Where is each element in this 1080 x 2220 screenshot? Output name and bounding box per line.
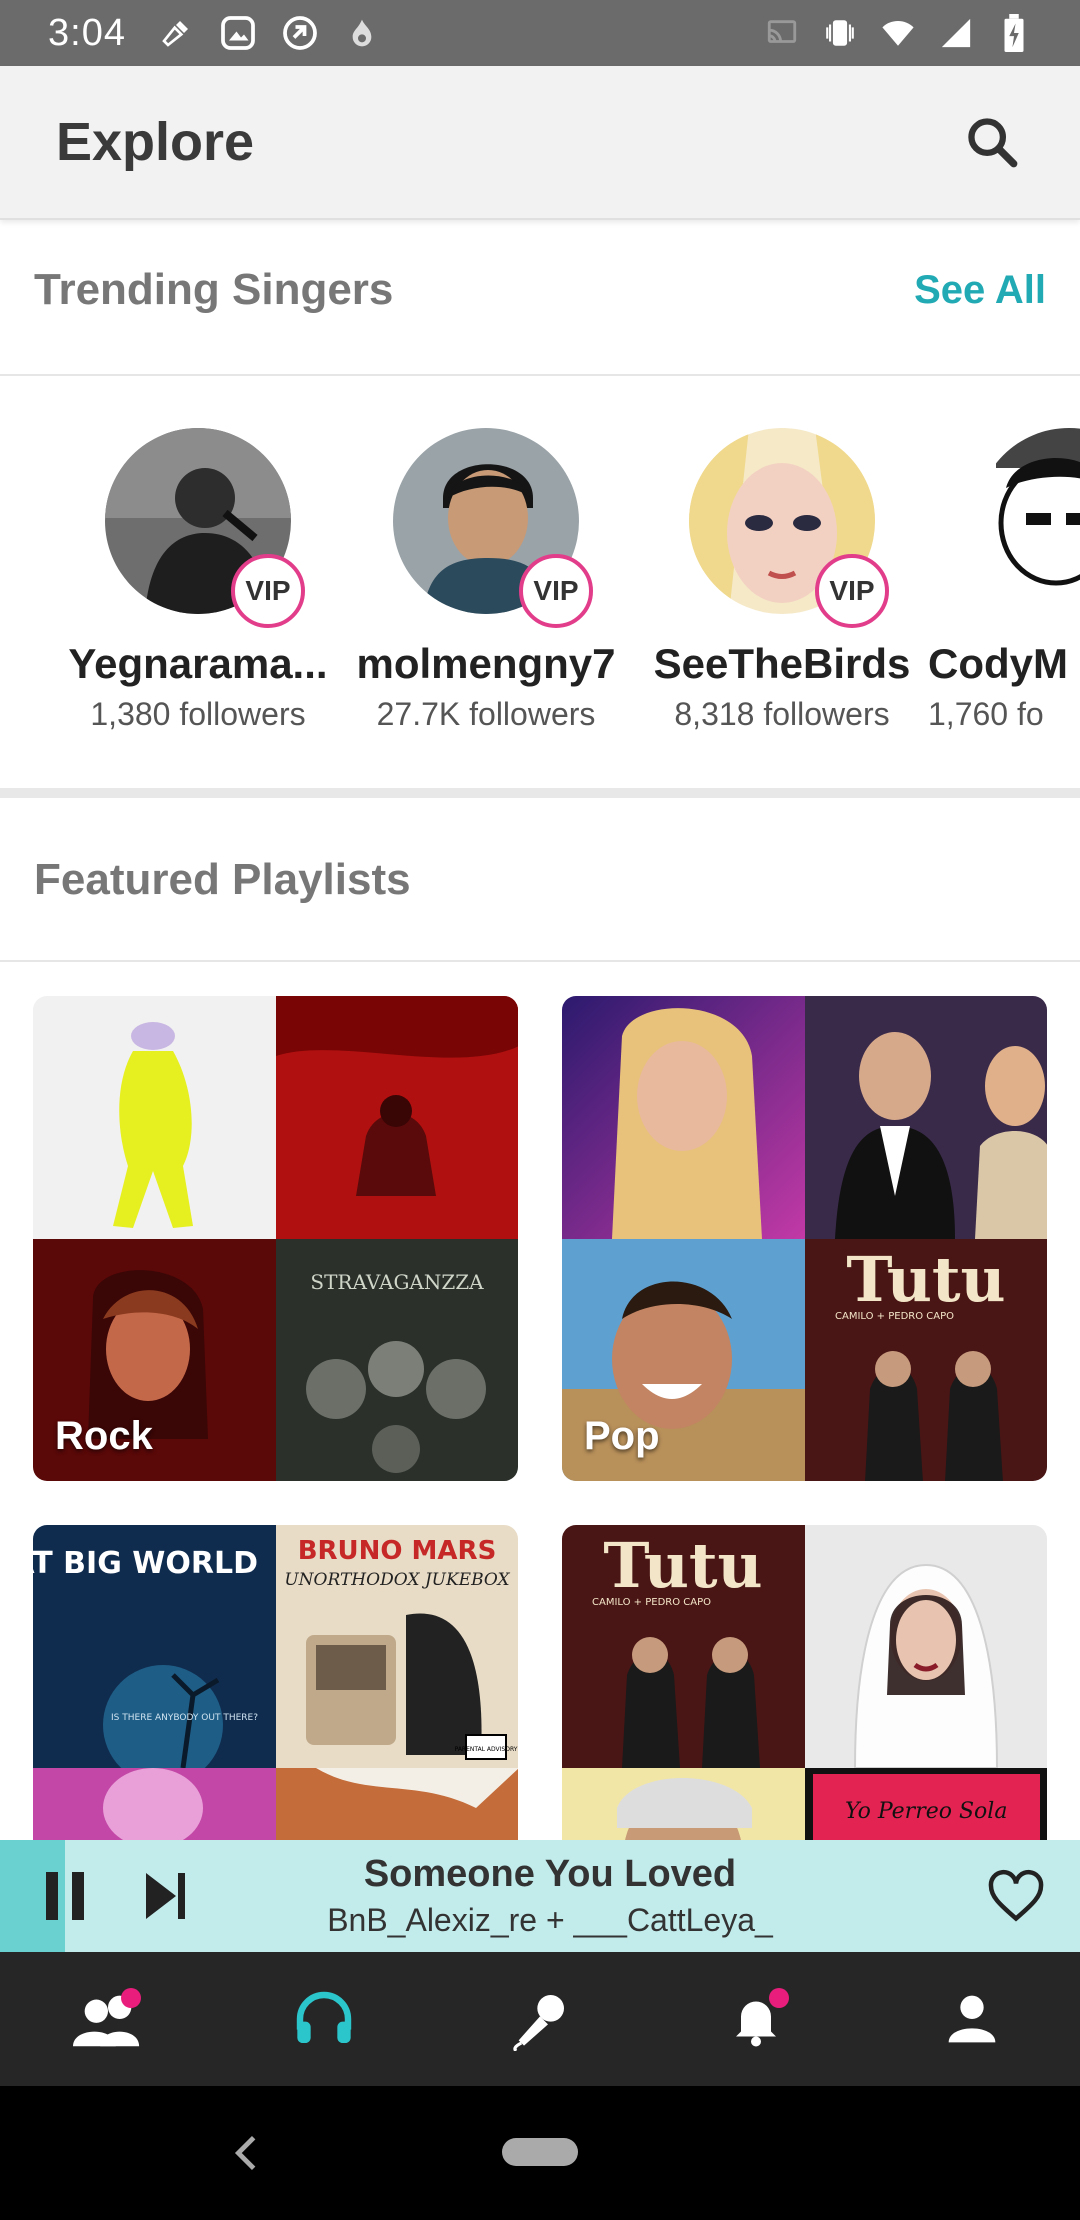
yo-perreo-text: Yo Perreo Sola [845, 1799, 1007, 1824]
section-divider [0, 788, 1080, 798]
notification-dot [121, 1988, 141, 2008]
avatar-wrap [976, 428, 1080, 614]
playlist-art [33, 996, 276, 1239]
back-icon[interactable] [226, 2130, 266, 2176]
heart-icon[interactable] [986, 1866, 1046, 1926]
pause-button[interactable] [36, 1866, 96, 1926]
tutu-sub-text: CAMILO + PEDRO CAPO [592, 1597, 711, 1608]
playlist-label: Pop [584, 1414, 660, 1458]
great-big-world-text: A GREAT BIG WORLD [33, 1546, 258, 1581]
featured-playlists-header: Featured Playlists [0, 840, 1080, 920]
advisory-text: PARENTAL ADVISORY [454, 1746, 517, 1753]
home-pill[interactable] [502, 2138, 578, 2166]
singer-followers: 27.7K followers [376, 696, 596, 732]
tutu-sub-text: CAMILO + PEDRO CAPO [835, 1311, 954, 1322]
signal-icon [938, 15, 974, 51]
avatar [976, 428, 1080, 614]
unorthodox-text: UNORTHODOX JUKEBOX [284, 1570, 510, 1590]
singer-name: SeeTheBirds [653, 640, 911, 687]
notification-dot [769, 1988, 789, 2008]
playlist-art: Tutu CAMILO + PEDRO CAPO [562, 1525, 805, 1768]
playlist-art: STRAVAGANZZA [275, 1238, 518, 1481]
bell-icon[interactable] [711, 1974, 801, 2064]
stravaganzza-text: STRAVAGANZZA [310, 1270, 484, 1294]
microphone-icon[interactable] [495, 1974, 585, 2064]
app-status-icon [282, 15, 318, 51]
app-bar: Explore [0, 66, 1080, 220]
search-icon[interactable] [960, 110, 1024, 174]
trending-singers-header: Trending Singers See All [0, 250, 1080, 330]
avatar-wrap: VIP [689, 428, 889, 628]
avatar-wrap: VIP [105, 428, 305, 628]
section-divider [0, 374, 1080, 376]
photo-status-icon [220, 15, 256, 51]
singer-followers: 8,318 followers [674, 696, 890, 732]
wifi-icon [880, 15, 916, 51]
playlist-art [562, 996, 805, 1239]
vip-badge: VIP [231, 554, 305, 628]
singer-followers: 1,380 followers [90, 696, 306, 732]
featured-playlists-title: Featured Playlists [34, 855, 411, 904]
see-all-button[interactable]: See All [914, 268, 1046, 313]
playlist-art [275, 996, 518, 1239]
track-title: Someone You Loved [363, 1853, 737, 1895]
avatar-wrap: VIP [393, 428, 593, 628]
person-icon[interactable] [927, 1974, 1017, 2064]
system-navigation-bar [0, 2086, 1080, 2220]
singer-name: Yegnarama... [68, 640, 328, 687]
playlist-card[interactable]: STRAVAGANZZA Rock [33, 996, 518, 1481]
cast-icon [764, 15, 800, 51]
playlist-card[interactable]: Tutu CAMILO + PEDRO CAPO Pop [562, 996, 1047, 1481]
explore-screen: 3:04 Explore Trending Singers See All VI… [0, 0, 1080, 2220]
track-artist: BnB_Alexiz_re + ___CattLeya_ [327, 1902, 773, 1938]
page-title: Explore [56, 112, 255, 172]
great-big-world-sub-text: IS THERE ANYBODY OUT THERE? [111, 1713, 258, 1723]
bottom-navigation [0, 1952, 1080, 2086]
trending-singers-title: Trending Singers [34, 265, 394, 314]
battery-icon [996, 14, 1032, 52]
singer-card[interactable]: VIP SeeTheBirds 8,318 followers [636, 428, 928, 733]
singer-card[interactable]: VIP molmengny7 27.7K followers [340, 428, 632, 733]
playlist-art [804, 1525, 1047, 1768]
fire-status-icon [344, 15, 380, 51]
vip-badge: VIP [815, 554, 889, 628]
vip-badge: VIP [519, 554, 593, 628]
tutu-text: Tutu [603, 1529, 762, 1602]
bruno-mars-text: BRUNO MARS [297, 1536, 496, 1566]
singer-followers: 1,760 fo [928, 696, 1044, 732]
playlist-art: Tutu CAMILO + PEDRO CAPO [804, 1238, 1047, 1481]
vibrate-icon [822, 15, 858, 51]
singer-card[interactable]: VIP Yegnarama... 1,380 followers [52, 428, 344, 733]
microphone-status-icon [158, 15, 194, 51]
headphones-icon[interactable] [279, 1974, 369, 2064]
singer-card[interactable]: CodyM 1,760 fo [928, 428, 1080, 733]
status-time: 3:04 [48, 11, 126, 54]
status-bar: 3:04 [0, 0, 1080, 66]
playlist-art: BRUNO MARS UNORTHODOX JUKEBOX PARENTAL A… [275, 1525, 518, 1768]
singer-name: molmengny7 [356, 640, 616, 687]
section-divider [0, 960, 1080, 962]
playlist-art [804, 996, 1047, 1239]
next-track-button[interactable] [136, 1866, 196, 1926]
singer-name: CodyM [928, 640, 1068, 687]
tutu-text: Tutu [846, 1243, 1005, 1316]
now-playing-info[interactable]: Someone You Loved BnB_Alexiz_re + ___Cat… [240, 1853, 860, 1939]
playlist-label: Rock [55, 1414, 153, 1458]
trending-singers-list[interactable]: VIP Yegnarama... 1,380 followers VIP mol… [0, 410, 1080, 750]
mini-player[interactable]: Someone You Loved BnB_Alexiz_re + ___Cat… [0, 1840, 1080, 1952]
playlist-art: A GREAT BIG WORLD IS THERE ANYBODY OUT T… [33, 1525, 276, 1768]
people-icon[interactable] [63, 1974, 153, 2064]
